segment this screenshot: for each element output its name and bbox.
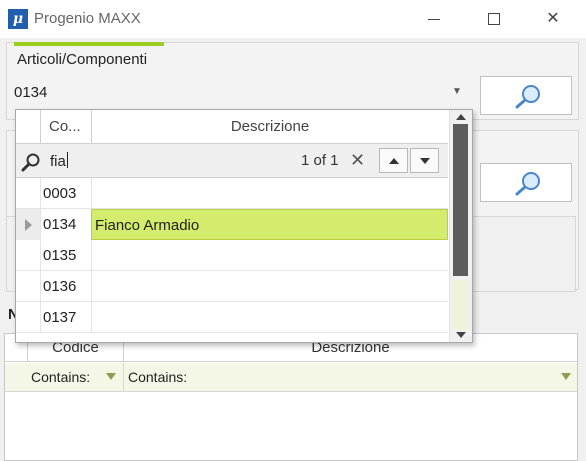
articolo-dropdown-popup: Co... Descrizione fia 1 of 1 ✕ 0003 0134… (15, 109, 473, 343)
search-icon (515, 85, 540, 109)
search-icon (21, 153, 40, 172)
search-secondary-button[interactable] (480, 163, 572, 202)
combo-dropdown-arrow-icon[interactable]: ▼ (452, 86, 462, 97)
cell-code: 0135 (40, 240, 91, 271)
row-indicator (16, 302, 40, 333)
search-articolo-button[interactable] (480, 76, 572, 115)
app-logo-icon: μ (8, 9, 28, 29)
maximize-button[interactable] (470, 0, 516, 38)
cell-code: 0134 (40, 209, 91, 240)
cell-description (91, 240, 448, 271)
popup-column-codice[interactable]: Co... (40, 110, 92, 144)
text-caret (66, 152, 68, 168)
maximize-icon (488, 13, 500, 25)
tab-articoli-componenti[interactable]: Articoli/Componenti (17, 51, 147, 68)
list-item[interactable]: 0003 (16, 178, 448, 209)
popup-column-descrizione[interactable]: Descrizione (91, 110, 448, 144)
find-panel: fia 1 of 1 ✕ (16, 144, 448, 178)
popup-header: Co... Descrizione (16, 110, 448, 144)
close-icon: ✕ (350, 150, 366, 170)
filter-funnel-icon[interactable] (106, 373, 116, 380)
scroll-up-arrow-icon[interactable] (456, 114, 466, 120)
cell-code: 0003 (40, 178, 91, 209)
minimize-icon (428, 19, 440, 20)
find-match-count: 1 of 1 (301, 152, 339, 169)
scrollbar-track[interactable] (453, 280, 468, 330)
row-indicator (16, 178, 40, 209)
minimize-button[interactable] (410, 0, 456, 38)
title-bar: μ Progenio MAXX ✕ (0, 0, 586, 38)
list-item[interactable]: 0136 (16, 271, 448, 302)
components-grid[interactable]: Codice Descrizione Contains: Contains: (4, 333, 578, 461)
popup-scrollbar[interactable] (449, 110, 472, 342)
cell-code: 0137 (40, 302, 91, 333)
row-indicator (16, 240, 40, 271)
find-input[interactable]: fia (50, 152, 68, 170)
cell-description (91, 178, 448, 209)
tab-accent-bar (14, 42, 164, 46)
close-button[interactable]: ✕ (530, 0, 576, 38)
cell-description (91, 271, 448, 302)
articolo-combo-value[interactable]: 0134 (14, 84, 47, 101)
arrow-up-icon (389, 158, 399, 164)
row-indicator (16, 271, 40, 302)
popup-rows: 0003 0134 Fianco Armadio 0135 0136 0137 (16, 178, 448, 343)
cell-code: 0136 (40, 271, 91, 302)
arrow-down-icon (420, 158, 430, 164)
cell-description: Fianco Armadio (91, 209, 448, 240)
row-indicator (16, 209, 40, 240)
list-item-selected[interactable]: 0134 Fianco Armadio (16, 209, 448, 240)
grid-filter-row: Contains: Contains: (5, 363, 577, 392)
search-icon (515, 172, 540, 196)
scrollbar-thumb[interactable] (453, 124, 468, 276)
filter-funnel-icon[interactable] (561, 373, 571, 380)
find-previous-button[interactable] (379, 148, 408, 173)
focused-row-arrow-icon (25, 219, 32, 231)
close-icon: ✕ (546, 10, 560, 27)
clear-find-button[interactable]: ✕ (350, 150, 365, 171)
filter-descrizione[interactable]: Contains: (123, 363, 577, 392)
scroll-down-arrow-icon[interactable] (456, 332, 466, 338)
window-title: Progenio MAXX (34, 10, 141, 27)
list-item[interactable]: 0135 (16, 240, 448, 271)
cell-description (91, 302, 448, 333)
find-input-text: fia (50, 153, 66, 170)
find-next-button[interactable] (410, 148, 439, 173)
list-item[interactable]: 0137 (16, 302, 448, 333)
